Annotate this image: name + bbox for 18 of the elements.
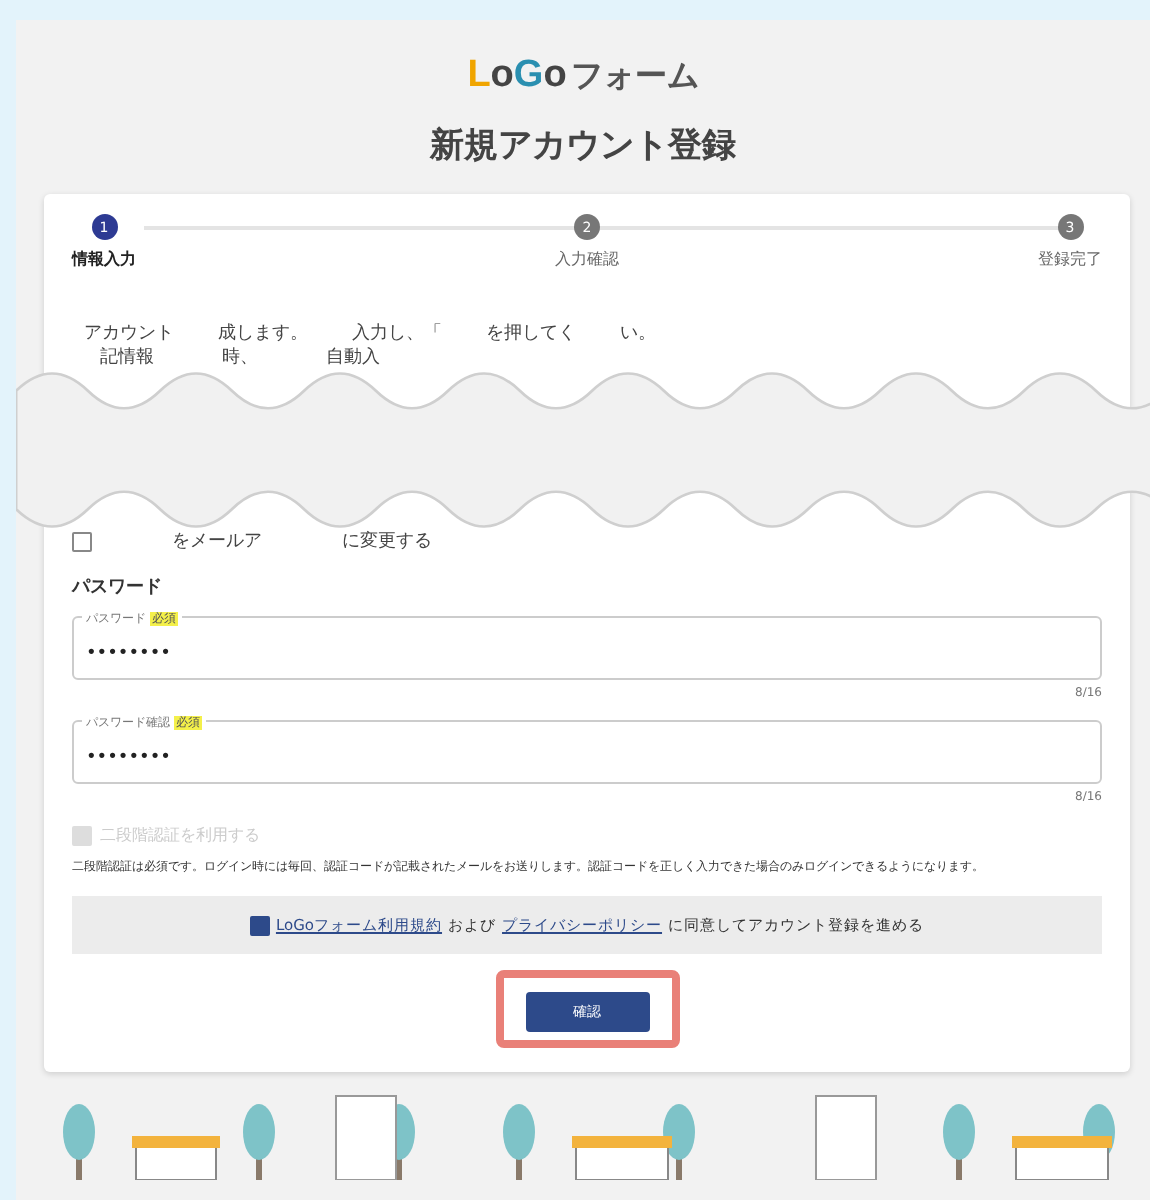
option-text-fragment: をメールア [172, 530, 262, 554]
intro-text-fragment: 成します。 [218, 322, 308, 346]
intro-text-fragment: い。 [620, 322, 656, 346]
step-label: 登録完了 [1038, 248, 1102, 270]
checkbox[interactable] [249, 915, 270, 935]
step-label: 入力確認 [555, 248, 619, 270]
checkbox[interactable] [72, 532, 92, 552]
intro-text-fragment: 時、 [222, 346, 258, 370]
intro-text-fragment: アカウント [84, 322, 174, 346]
intro-text-fragment: 自動入 [326, 346, 380, 370]
option-text-fragment: に変更する [342, 530, 432, 554]
intro-text-fragment: を押してく [486, 322, 576, 346]
intro-text-fragment: 記情報 [100, 346, 154, 370]
page-title: 新規アカウント登録 [430, 124, 736, 170]
section-heading: パスワード [72, 576, 164, 600]
logo: LoGo フォーム [467, 52, 699, 100]
intro-text-fragment: 入力し、「 [352, 322, 442, 346]
step-label: 情報入力 [72, 248, 136, 270]
